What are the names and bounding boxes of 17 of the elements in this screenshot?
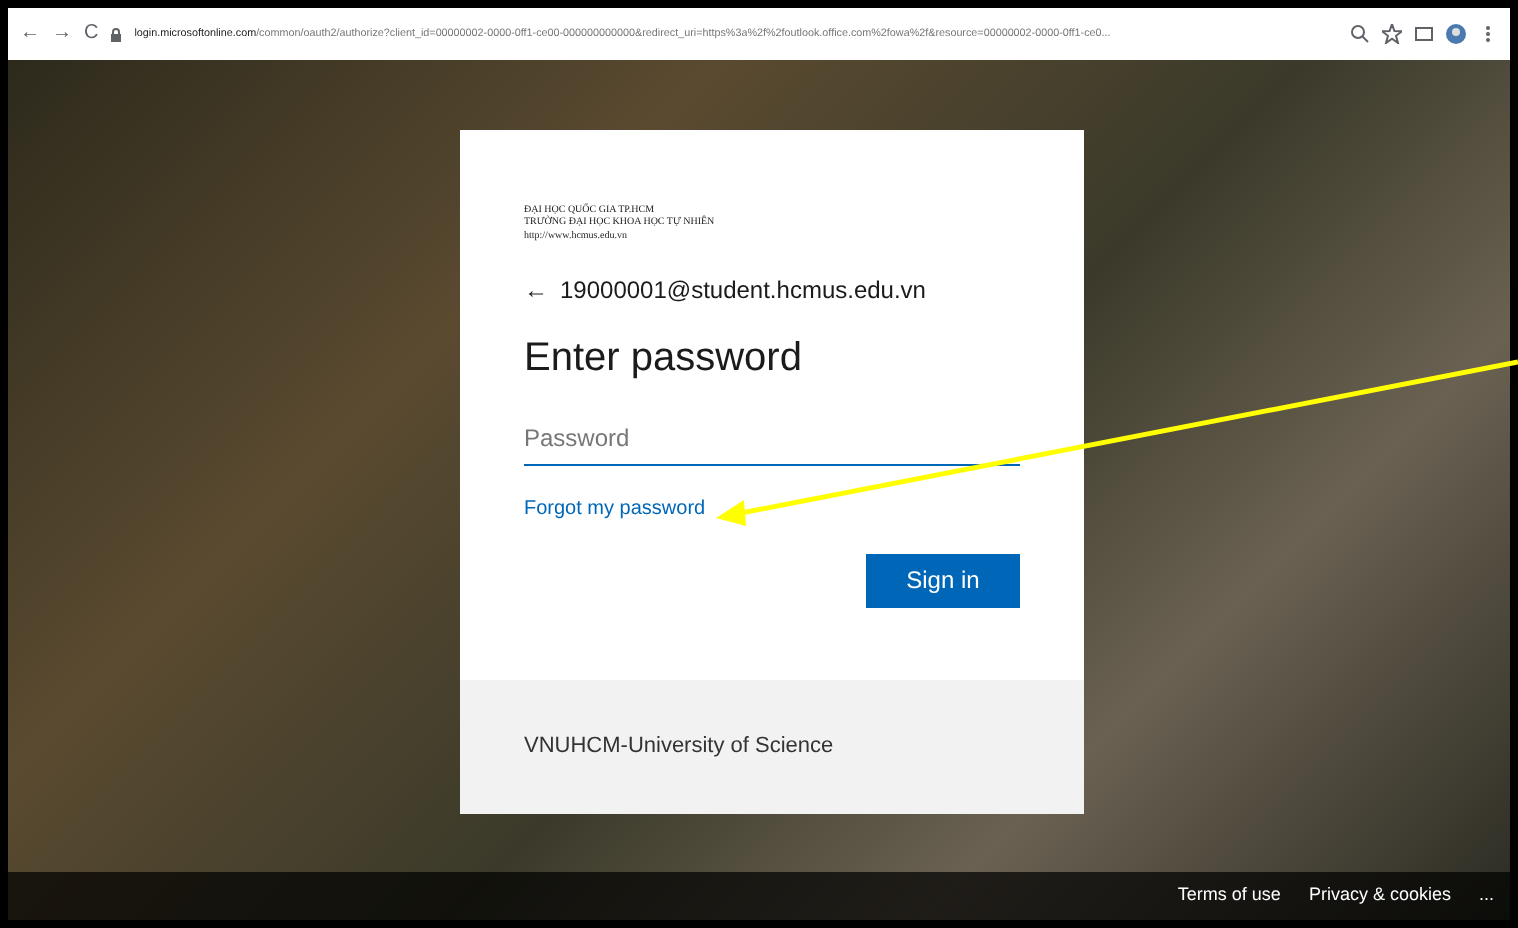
page-heading: Enter password	[524, 333, 804, 384]
reload-button[interactable]: C	[84, 24, 99, 44]
sign-in-button[interactable]: Sign in	[866, 553, 1020, 608]
footer-link[interactable]: Privacy & cookies	[1308, 882, 1451, 910]
footer-link[interactable]: Terms of use	[1177, 882, 1281, 910]
extension-icon[interactable]	[1414, 24, 1434, 44]
avatar-icon[interactable]	[1446, 24, 1466, 44]
back-arrow[interactable]: ←	[524, 271, 548, 308]
back-button[interactable]: ←	[20, 24, 40, 44]
star-icon[interactable]	[1382, 24, 1402, 44]
more-options-button[interactable]: ...	[1478, 882, 1494, 910]
zoom-icon[interactable]	[1350, 24, 1370, 44]
organization-name: VNUHCM-University of Science	[524, 732, 834, 763]
lock-icon	[110, 27, 123, 41]
account-email: 19000001@student.hcmus.edu.vn	[560, 273, 926, 308]
forgot-password-link[interactable]: Forgot my password	[524, 493, 706, 524]
forward-button[interactable]: →	[52, 24, 72, 44]
